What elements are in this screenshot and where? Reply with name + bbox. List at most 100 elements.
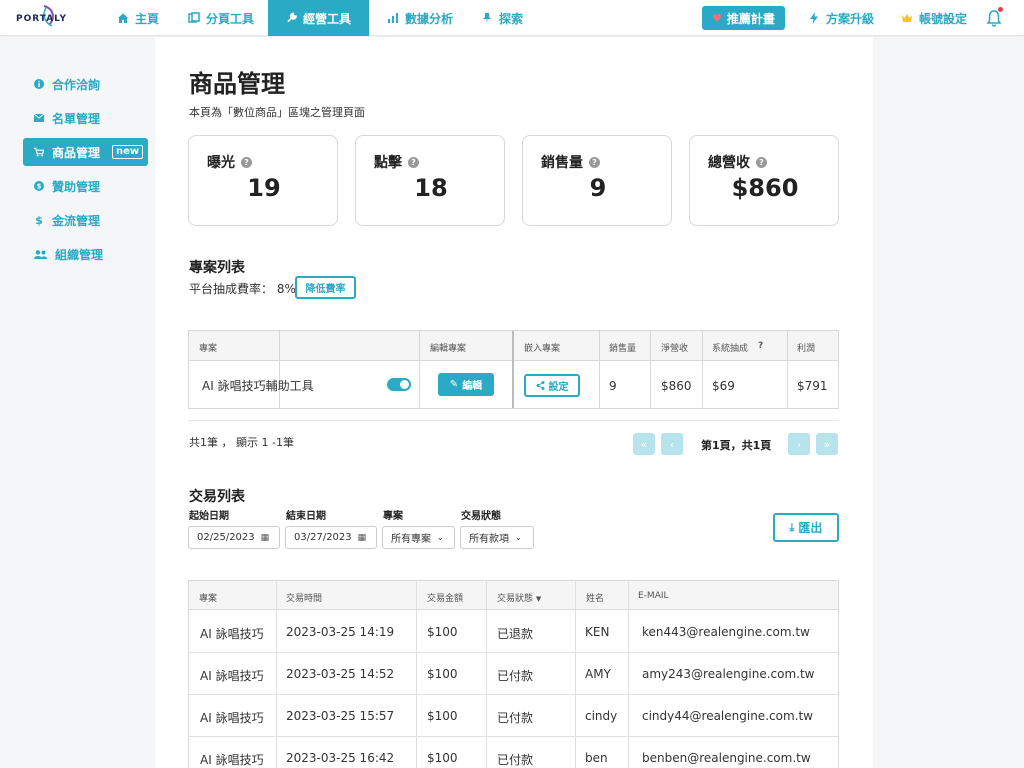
help-icon[interactable]: ? (408, 156, 419, 168)
referral-program-button[interactable]: ♥ 推薦計畫 (702, 6, 785, 30)
project-list-title: 專案列表 (189, 260, 245, 276)
lower-fee-button[interactable]: 降低費率 (295, 276, 356, 299)
stat-card-clicks: 點擊? 18 (355, 135, 505, 226)
help-icon[interactable]: ? (756, 156, 767, 168)
project-sales: 9 (609, 379, 617, 393)
account-settings-label: 帳號設定 (919, 11, 968, 26)
row-name: KEN (585, 625, 610, 639)
sidebar-item-label: 贊助管理 (52, 179, 101, 194)
col-header-edit: 編輯專案 (430, 344, 467, 354)
commission-help-icon[interactable]: ? (758, 341, 763, 351)
info-icon (34, 79, 44, 89)
stat-label: 曝光 (207, 155, 235, 171)
row-project: AI 詠唱技巧 (200, 753, 264, 767)
page-title: 商品管理 (189, 70, 285, 98)
project-filter-select[interactable]: 所有專案 ⌄ (382, 526, 455, 549)
edit-project-label: 編輯 (462, 381, 483, 392)
col-header-time: 交易時間 (286, 594, 323, 604)
col-header-status[interactable]: 交易狀態 ▼ (497, 591, 541, 604)
upgrade-plan-link[interactable]: 方案升級 (808, 0, 874, 36)
sidebar-item-products[interactable]: 商品管理 new (23, 138, 148, 166)
sidebar-item-label: 合作洽詢 (52, 77, 101, 92)
nav-business-tools-label: 經營工具 (302, 11, 351, 26)
sidebar-item-organization[interactable]: 組織管理 (23, 240, 149, 268)
row-project: AI 詠唱技巧 (200, 711, 264, 725)
col-divider (702, 331, 703, 408)
col-header-status-label: 交易狀態 (497, 594, 534, 604)
col-divider (419, 331, 420, 408)
embed-settings-button[interactable]: 設定 (524, 374, 580, 397)
sidebar-item-payments[interactable]: $ 金流管理 (23, 206, 149, 234)
status-filter-select[interactable]: 所有款項 ⌄ (460, 526, 534, 549)
help-icon[interactable]: ? (589, 156, 600, 168)
row-project: AI 詠唱技巧 (200, 627, 264, 641)
home-icon (118, 13, 128, 23)
download-icon: ⤓ (789, 520, 795, 534)
start-date-input[interactable]: 02/25/2023 ▦ (188, 526, 280, 549)
row-email: benben@realengine.com.tw (642, 751, 811, 765)
table-row: AI 詠唱技巧 2023-03-25 16:42 $100 已付款 ben be… (189, 737, 838, 768)
end-date-input[interactable]: 03/27/2023 ▦ (285, 526, 377, 549)
lower-fee-label: 降低費率 (305, 284, 346, 295)
row-time: 2023-03-25 15:57 (286, 709, 395, 723)
table-row: AI 詠唱技巧 2023-03-25 15:57 $100 已付款 cindy … (189, 695, 838, 737)
sidebar-item-label: 金流管理 (52, 213, 101, 228)
sidebar-item-cooperation[interactable]: 合作洽詢 (23, 70, 149, 98)
project-profit: $791 (797, 379, 828, 393)
project-net-revenue: $860 (661, 379, 692, 393)
record-count: 共1筆 ， 顯示 1 -1筆 (189, 436, 294, 449)
row-email: ken443@realengine.com.tw (642, 625, 810, 639)
last-page-button[interactable]: » (816, 433, 838, 455)
stat-value: 19 (247, 174, 281, 202)
referral-program-label: 推薦計畫 (726, 11, 775, 26)
end-date-value: 03/27/2023 (294, 532, 352, 543)
nav-explore[interactable]: 探索 (481, 0, 523, 36)
sidebar-item-lists[interactable]: 名單管理 (23, 104, 149, 132)
next-page-button[interactable]: › (788, 433, 810, 455)
row-amount: $100 (427, 667, 458, 681)
dollar-icon: $ (35, 213, 43, 227)
help-icon[interactable]: ? (241, 156, 252, 168)
nav-analytics[interactable]: 數據分析 (387, 0, 453, 36)
platform-fee-line: 平台抽成費率： 8% (189, 280, 296, 297)
row-project: AI 詠唱技巧 (200, 669, 264, 683)
row-email: cindy44@realengine.com.tw (642, 709, 813, 723)
row-time: 2023-03-25 14:52 (286, 667, 395, 681)
stat-card-impressions: 曝光? 19 (188, 135, 338, 226)
row-time: 2023-03-25 14:19 (286, 625, 395, 639)
stat-label: 總營收 (708, 155, 750, 171)
col-header-amount: 交易金額 (427, 594, 464, 604)
sidebar-item-sponsorship[interactable]: $ 贊助管理 (23, 172, 149, 200)
col-divider (279, 331, 280, 408)
edit-project-button[interactable]: ✎ 編輯 (438, 373, 494, 396)
project-table: 專案 編輯專案 嵌入專案 銷售量 淨營收 系統抽成 ? 利潤 AI 詠唱技巧輔助… (188, 330, 839, 409)
prev-page-button[interactable]: ‹ (661, 433, 683, 455)
end-date-label: 結束日期 (286, 511, 326, 522)
row-amount: $100 (427, 709, 458, 723)
export-button[interactable]: ⤓ 匯出 (773, 513, 839, 542)
logo-text: PORTALY (16, 14, 68, 24)
account-settings-link[interactable]: 帳號設定 (901, 0, 967, 36)
row-time: 2023-03-25 16:42 (286, 751, 395, 765)
col-header-embed: 嵌入專案 (524, 344, 561, 354)
stat-label: 銷售量 (541, 155, 583, 171)
stat-value: 18 (414, 174, 448, 202)
sort-down-icon: ▼ (535, 595, 542, 603)
col-divider (787, 331, 788, 408)
table-row: AI 詠唱技巧 2023-03-25 14:52 $100 已付款 AMY am… (189, 653, 838, 695)
portaly-logo[interactable]: PORTALY (16, 5, 76, 30)
nav-home[interactable]: 主頁 (117, 0, 159, 36)
crown-icon (902, 14, 912, 22)
mail-icon (34, 113, 44, 123)
stat-label: 點擊 (374, 155, 402, 171)
sidebar-item-label: 名單管理 (52, 111, 101, 126)
project-enabled-toggle[interactable] (387, 378, 411, 391)
sidebar-item-label: 商品管理 (52, 145, 101, 160)
row-name: AMY (585, 667, 611, 681)
first-page-button[interactable]: « (633, 433, 655, 455)
nav-pages[interactable]: 分頁工具 (188, 0, 254, 36)
project-commission: $69 (712, 379, 735, 393)
nav-business-tools[interactable]: 經營工具 (268, 0, 369, 36)
col-header-email: E-MAIL (638, 591, 669, 601)
cart-icon (34, 147, 44, 157)
